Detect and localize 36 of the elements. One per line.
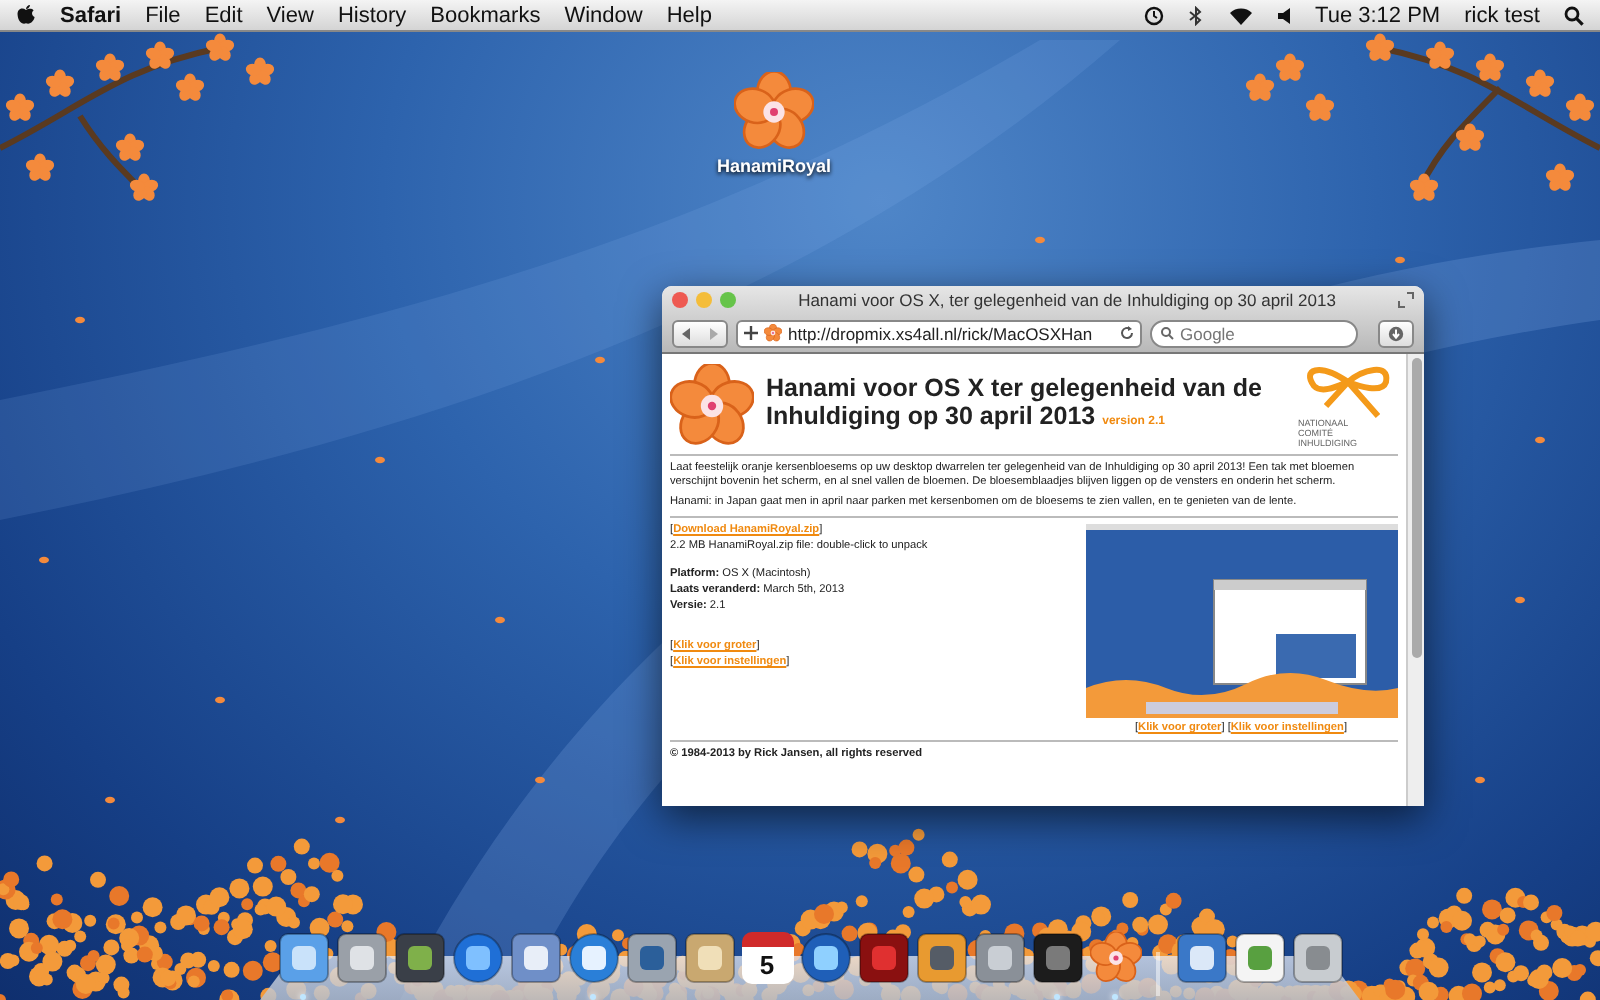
menu-item[interactable]: Help — [666, 3, 712, 27]
time-machine-icon[interactable] — [1143, 5, 1164, 25]
fullscreen-icon[interactable] — [1398, 292, 1414, 308]
flower-icon — [1089, 932, 1141, 984]
downloads-button[interactable] — [1378, 319, 1414, 347]
search-icon[interactable] — [1564, 5, 1584, 25]
address-field[interactable]: http://dropmix.xs4all.nl/rick/MacOSXHan — [736, 319, 1142, 347]
clock-text[interactable]: Tue 3:12 PM — [1315, 3, 1441, 27]
calendar-day-text: 5 — [759, 949, 775, 979]
menu-item[interactable]: View — [266, 3, 314, 27]
menu-title[interactable]: Safari — [60, 3, 122, 27]
search-icon — [1160, 326, 1174, 340]
download-arrow-icon[interactable] — [1388, 325, 1404, 341]
scrollbar-thumb[interactable] — [1411, 358, 1421, 658]
menu-item[interactable]: Bookmarks — [430, 3, 541, 27]
user-name[interactable]: rick test — [1464, 3, 1540, 27]
flower-logo — [670, 363, 754, 447]
flower-icon — [734, 72, 814, 152]
menu-item[interactable]: Edit — [204, 3, 243, 27]
close-button[interactable] — [672, 292, 688, 308]
add-icon[interactable] — [744, 326, 758, 340]
search-field[interactable]: Google — [1150, 319, 1358, 347]
flower-icon — [764, 324, 782, 342]
reload-icon[interactable] — [1120, 326, 1134, 340]
apple-logo-icon[interactable] — [16, 4, 36, 26]
menu-item[interactable]: File — [145, 3, 181, 27]
back-arrow-icon[interactable] — [682, 327, 692, 339]
menu-item[interactable]: Window — [564, 3, 643, 27]
menu-item[interactable]: History — [337, 3, 407, 27]
volume-icon[interactable] — [1277, 5, 1292, 25]
back-forward-button[interactable] — [672, 319, 728, 347]
desktop-icon-label[interactable]: HanamiRoyal — [716, 156, 832, 176]
window-title: Hanami voor OS X, ter gelegenheid van de Inhuldiging op 30 april 2013 — [796, 290, 1338, 310]
calendar-icon[interactable]: 5 — [741, 932, 793, 984]
bluetooth-icon[interactable] — [1187, 5, 1204, 25]
wifi-icon[interactable] — [1227, 5, 1254, 25]
